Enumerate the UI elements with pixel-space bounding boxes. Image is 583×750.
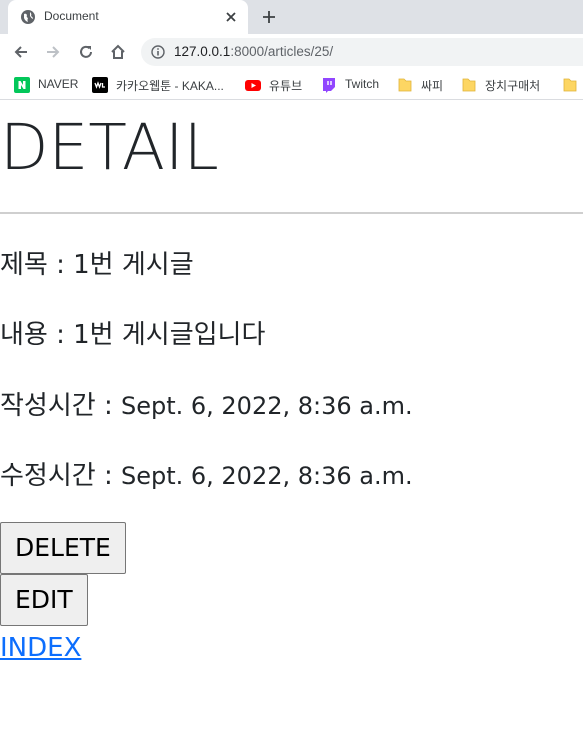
updated-at-row: 수정시간 : Sept. 6, 2022, 8:36 a.m.: [0, 455, 413, 492]
folder-icon: [398, 78, 412, 92]
home-icon[interactable]: [109, 43, 127, 61]
back-icon[interactable]: [12, 43, 30, 61]
article-title-value: 1번 게시글: [73, 250, 194, 280]
delete-button[interactable]: DELETE: [0, 522, 126, 574]
address-bar[interactable]: 127.0.0.1:8000/articles/25/: [141, 38, 583, 66]
url-text: 127.0.0.1:8000/articles/25/: [174, 44, 333, 59]
browser-tab[interactable]: Document: [8, 0, 248, 34]
article-title-row: 제목 : 1번 게시글: [0, 244, 194, 281]
folder-icon: [563, 78, 577, 92]
url-host: 127.0.0.1: [174, 44, 231, 59]
created-at-value: Sept. 6, 2022, 8:36 a.m.: [120, 392, 413, 420]
new-tab-icon[interactable]: [261, 9, 277, 25]
field-label: 수정시간 :: [0, 461, 121, 491]
bookmark-label: NAVER: [38, 77, 79, 91]
globe-icon: [21, 10, 35, 24]
bookmark-label: 유튜브: [269, 79, 303, 93]
bookmarks-bar: NAVER 카카오웹툰 - KAKA... 유튜브 Twitch 싸피 장치구매…: [0, 70, 583, 100]
field-label: 작성시간 :: [0, 391, 121, 421]
bookmark-label: 싸피: [421, 79, 444, 93]
bookmark-label: 장치구매처: [485, 79, 541, 93]
field-label: 내용 :: [0, 320, 74, 350]
edit-button[interactable]: EDIT: [0, 574, 88, 626]
divider: [0, 212, 583, 214]
kakao-webtoon-icon: [92, 77, 108, 93]
updated-at-value: Sept. 6, 2022, 8:36 a.m.: [120, 462, 413, 490]
index-link[interactable]: INDEX: [0, 633, 81, 663]
reload-icon[interactable]: [77, 43, 95, 61]
tab-strip: Document: [0, 0, 583, 34]
page-title: DETAIL: [0, 111, 219, 184]
naver-icon: [14, 77, 30, 93]
bookmark-label: Twitch: [345, 77, 380, 91]
tab-title: Document: [44, 9, 99, 23]
close-icon[interactable]: [223, 9, 239, 25]
youtube-icon: [245, 80, 261, 91]
article-content-value: 1번 게시글입니다: [73, 320, 266, 350]
url-path: :8000/articles/25/: [230, 44, 334, 59]
page-content: DETAIL 제목 : 1번 게시글 내용 : 1번 게시글입니다 작성시간 :…: [0, 101, 583, 750]
info-icon[interactable]: [151, 45, 165, 59]
bookmark-label: 카카오웹툰 - KAKA...: [116, 79, 224, 93]
created-at-row: 작성시간 : Sept. 6, 2022, 8:36 a.m.: [0, 385, 413, 422]
twitch-icon: [323, 78, 335, 93]
field-label: 제목 :: [0, 250, 74, 280]
forward-icon[interactable]: [44, 43, 62, 61]
browser-toolbar: 127.0.0.1:8000/articles/25/: [0, 34, 583, 70]
article-content-row: 내용 : 1번 게시글입니다: [0, 314, 265, 351]
folder-icon: [462, 78, 476, 92]
